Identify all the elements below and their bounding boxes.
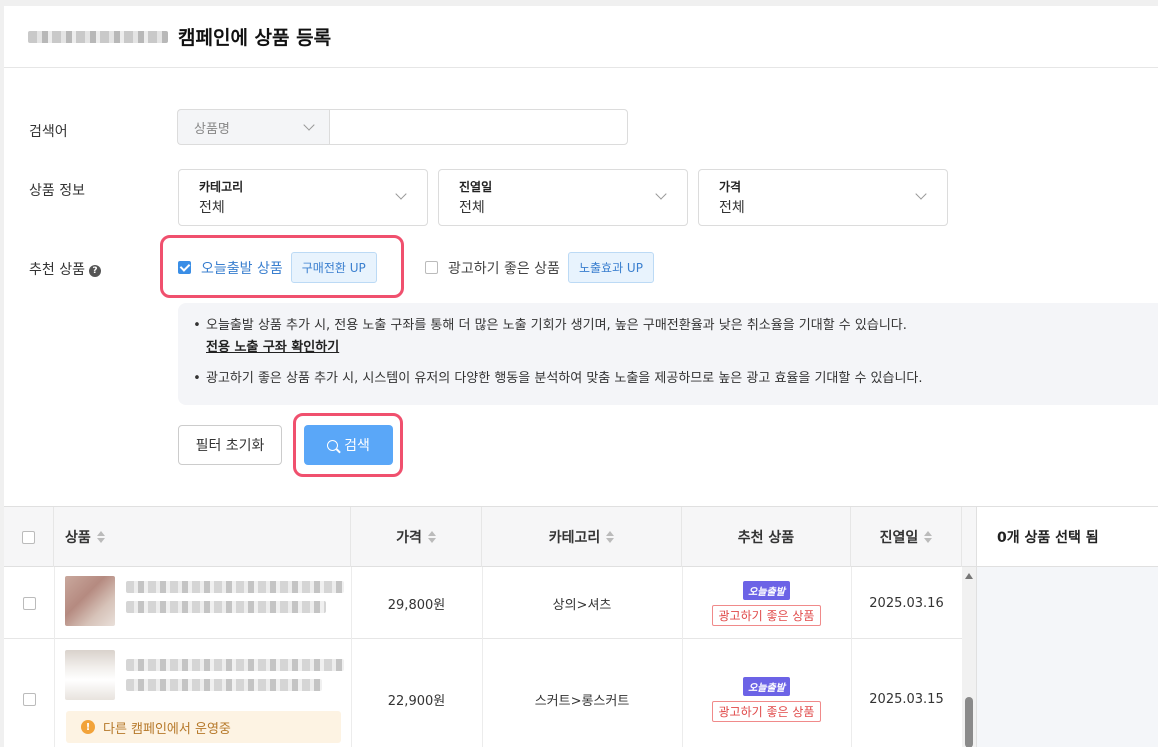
chevron-down-icon: [303, 119, 315, 131]
checkbox-good-for-ads[interactable]: [425, 261, 438, 274]
column-label: 가격: [396, 530, 422, 546]
option-label: 오늘출발 상품: [201, 260, 283, 277]
option-label: 광고하기 좋은 상품: [448, 260, 560, 277]
recommend-cell: 오늘출발 광고하기 좋은 상품: [682, 640, 851, 747]
info-text: 광고하기 좋은 상품 추가 시, 시스템이 유저의 다양한 행동을 분석하여 맞…: [206, 371, 923, 386]
keyword-input[interactable]: [329, 109, 628, 145]
category-cell: 상의>셔츠: [552, 598, 612, 613]
column-divider: [851, 567, 852, 747]
sort-icon: [96, 531, 105, 543]
recommend-option-ad[interactable]: 광고하기 좋은 상품 노출효과 UP: [425, 252, 654, 283]
column-divider: [351, 567, 352, 747]
table-row[interactable]: ! 다른 캠페인에서 운영중 22,900원 스커트>롱스커트 오늘출발 광고하…: [4, 640, 962, 747]
info-text: 오늘출발 상품 추가 시, 전용 노출 구좌를 통해 더 많은 노출 기회가 생…: [206, 318, 907, 333]
price-cell: 22,900원: [387, 693, 446, 709]
reset-filter-button[interactable]: 필터 초기화: [178, 425, 282, 465]
row-checkbox-cell: [4, 640, 54, 747]
keyword-type-value: 상품명: [194, 121, 230, 137]
dropdown-value: 전체: [719, 200, 745, 216]
notice-text: 다른 캠페인에서 운영중: [103, 721, 231, 737]
search-button[interactable]: 검색: [304, 425, 393, 465]
column-divider: [682, 567, 683, 747]
column-divider: [54, 567, 55, 747]
selected-count: 0개 상품 선택 됨: [977, 507, 1158, 567]
page: 캠페인에 상품 등록 검색어 상품명 상품 정보 카테고리 전체 진열일 전체 …: [4, 6, 1158, 747]
search-icon: [327, 439, 339, 451]
price-cell: 29,800원: [387, 598, 446, 613]
dropdown-title: 카테고리: [199, 180, 244, 194]
category-dropdown[interactable]: 카테고리 전체: [178, 169, 428, 226]
scrollbar-thumb[interactable]: [965, 697, 973, 747]
column-label: 추천 상품: [737, 530, 795, 546]
column-label: 상품: [65, 530, 91, 546]
product-name-blurred: [126, 581, 344, 593]
column-header-date[interactable]: 진열일: [851, 507, 962, 567]
price-dropdown[interactable]: 가격 전체: [698, 169, 948, 226]
recommend-label-text: 추천 상품: [29, 262, 85, 278]
info-line: • 광고하기 좋은 상품 추가 시, 시스템이 유저의 다양한 행동을 분석하여 …: [188, 369, 1158, 389]
column-header-category[interactable]: 카테고리: [482, 507, 682, 567]
product-name-blurred: [126, 679, 322, 691]
recommend-cell: 오늘출발 광고하기 좋은 상품: [682, 568, 851, 639]
column-header-product[interactable]: 상품: [54, 507, 351, 567]
table-header: 상품 가격 카테고리 추천 상품 진열일: [4, 507, 976, 567]
campaign-name-blurred: [28, 30, 168, 43]
page-title: 캠페인에 상품 등록: [178, 27, 332, 49]
search-button-label: 검색: [344, 438, 370, 454]
sort-icon: [924, 531, 933, 543]
recommend-option-today[interactable]: 오늘출발 상품 구매전환 UP: [178, 252, 377, 283]
good-for-ads-badge: 광고하기 좋은 상품: [711, 700, 822, 722]
product-thumbnail: [65, 650, 115, 700]
scroll-up-icon[interactable]: [965, 573, 973, 579]
table-scrollbar[interactable]: [962, 567, 976, 747]
select-all-checkbox[interactable]: [22, 530, 35, 544]
category-cell: 스커트>롱스커트: [534, 693, 630, 709]
exposure-slot-link[interactable]: 전용 노출 구좌 확인하기: [206, 336, 1158, 355]
keyword-type-select[interactable]: 상품명: [177, 109, 329, 145]
today-shipping-badge: 오늘출발: [743, 676, 790, 696]
column-label: 진열일: [879, 530, 919, 546]
dropdown-value: 전체: [199, 200, 225, 216]
column-header-recommend: 추천 상품: [682, 507, 851, 567]
row-checkbox-cell: [4, 568, 54, 639]
dropdown-title: 진열일: [459, 180, 493, 194]
dropdown-title: 가격: [719, 180, 742, 194]
column-divider: [482, 567, 483, 747]
row-checkbox[interactable]: [22, 692, 36, 706]
page-header: 캠페인에 상품 등록: [4, 6, 1158, 68]
dropdown-value: 전체: [459, 200, 485, 216]
table-row[interactable]: 29,800원 상의>셔츠 오늘출발 광고하기 좋은 상품 2025.03.16: [4, 568, 962, 639]
good-for-ads-badge: 광고하기 좋은 상품: [711, 605, 822, 626]
date-cell: 2025.03.15: [869, 691, 944, 707]
exposure-up-tag: 노출효과 UP: [567, 252, 654, 283]
info-line: • 오늘출발 상품 추가 시, 전용 노출 구좌를 통해 더 많은 노출 기회가 …: [188, 316, 1158, 336]
sort-icon: [427, 531, 436, 543]
today-shipping-badge: 오늘출발: [743, 581, 790, 600]
warning-icon: !: [81, 720, 95, 734]
row-checkbox[interactable]: [22, 597, 36, 610]
selected-products-panel: 0개 상품 선택 됨: [976, 507, 1158, 747]
keyword-label: 검색어: [29, 124, 68, 140]
recommend-label: 추천 상품?: [29, 259, 101, 279]
help-icon[interactable]: ?: [88, 265, 101, 277]
product-info-label: 상품 정보: [29, 183, 85, 199]
product-name-blurred: [126, 601, 326, 613]
conversion-up-tag: 구매전환 UP: [290, 252, 377, 283]
date-cell: 2025.03.16: [869, 596, 944, 611]
column-label: 카테고리: [548, 530, 601, 546]
product-name-blurred: [126, 659, 344, 671]
campaign-in-use-notice: ! 다른 캠페인에서 운영중: [66, 711, 341, 743]
display-date-dropdown[interactable]: 진열일 전체: [438, 169, 688, 226]
product-thumbnail: [65, 576, 115, 626]
sort-icon: [606, 531, 615, 543]
header-checkbox-cell: [4, 507, 54, 567]
column-header-price[interactable]: 가격: [351, 507, 482, 567]
recommend-info-box: • 오늘출발 상품 추가 시, 전용 노출 구좌를 통해 더 많은 노출 기회가 …: [178, 303, 1158, 405]
checkbox-today-shipping[interactable]: [178, 261, 191, 274]
product-table: 상품 가격 카테고리 추천 상품 진열일 29,800원 상의>셔츠 오늘출발 …: [4, 506, 1158, 747]
